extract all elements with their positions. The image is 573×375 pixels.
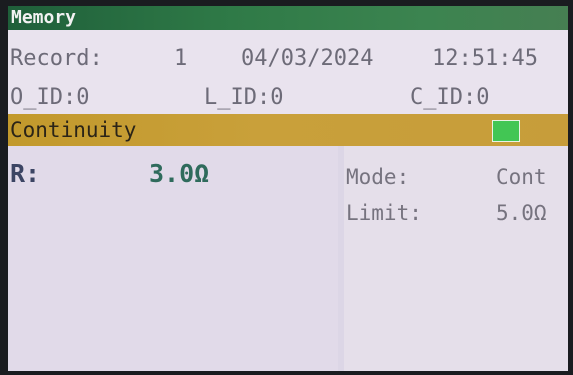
measurement-panel: R: 3.0Ω xyxy=(8,146,338,371)
record-number: 1 xyxy=(174,46,188,71)
limit-value: 5.0Ω xyxy=(496,201,547,225)
mode-label: Mode: xyxy=(346,165,410,189)
resistance-label: R: xyxy=(10,159,41,188)
resistance-value: 3.0Ω xyxy=(149,159,210,188)
title-bar: Memory xyxy=(8,6,568,30)
record-label: Record: xyxy=(10,46,103,71)
record-date: 04/03/2024 xyxy=(241,46,374,71)
location-id: L_ID:0 xyxy=(204,85,284,110)
device-screen: Memory Record: 1 04/03/2024 12:51:45 O_I… xyxy=(8,6,568,371)
operator-id: O_ID:0 xyxy=(10,85,90,110)
record-info-panel: Record: 1 04/03/2024 12:51:45 O_ID:0 L_I… xyxy=(8,30,568,114)
record-time: 12:51:45 xyxy=(432,46,538,71)
mode-value: Cont xyxy=(496,165,547,189)
screen-title: Memory xyxy=(11,7,77,28)
test-type-bar: Continuity xyxy=(8,114,568,146)
limit-label: Limit: xyxy=(346,201,422,225)
status-indicator xyxy=(492,120,520,142)
test-type-label: Continuity xyxy=(10,118,137,142)
circuit-id: C_ID:0 xyxy=(410,85,490,110)
settings-panel: Mode: Cont Limit: 5.0Ω xyxy=(344,146,568,371)
